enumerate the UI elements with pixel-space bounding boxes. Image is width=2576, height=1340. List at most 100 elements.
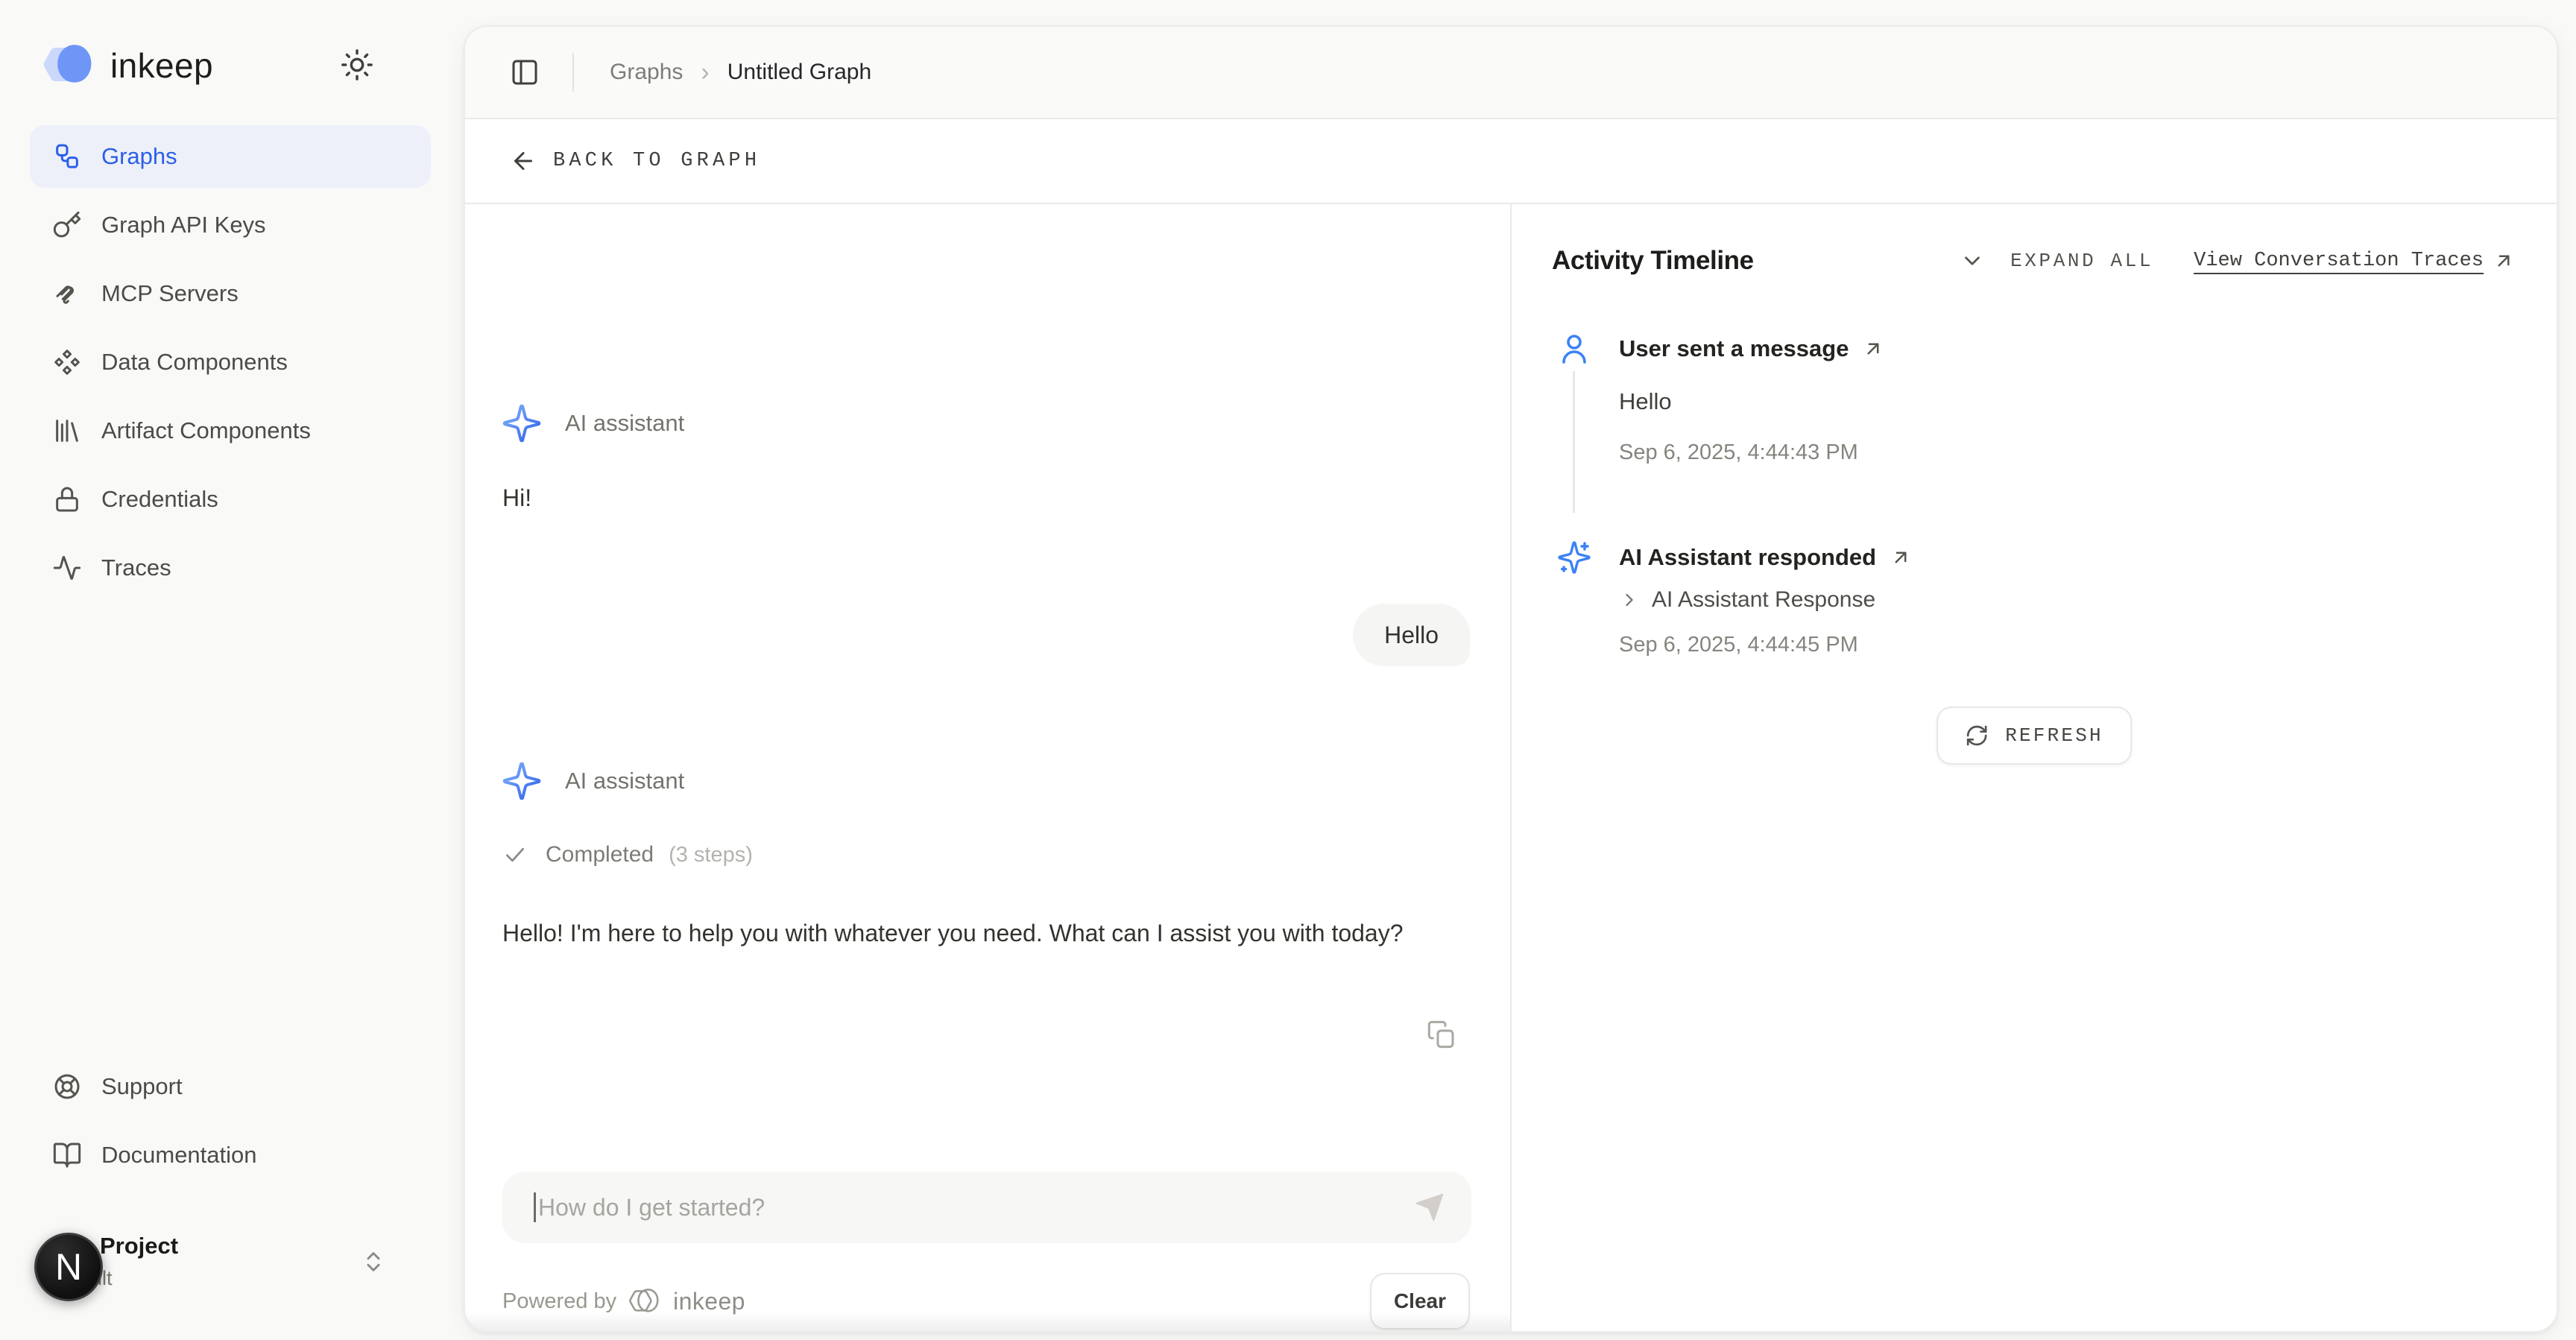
copy-icon[interactable] — [1427, 1020, 1456, 1049]
sidebar-item-artifact-components[interactable]: Artifact Components — [30, 399, 431, 462]
sidebar-item-documentation[interactable]: Documentation — [30, 1124, 431, 1186]
timeline-title: Activity Timeline — [1552, 246, 1754, 276]
breadcrumb-graphs[interactable]: Graphs — [610, 60, 683, 85]
assistant-message: Hi! — [502, 478, 531, 518]
refresh-button-label: REFRESH — [2005, 724, 2103, 747]
sidebar-item-label: Graphs — [101, 143, 177, 170]
status-completed-label: Completed — [546, 842, 654, 867]
chevron-down-icon[interactable] — [1960, 248, 1985, 274]
timeline-connector — [1573, 371, 1575, 513]
arrow-up-right-icon — [2493, 250, 2515, 272]
logo-row: inkeep — [42, 39, 422, 92]
sidebar-item-graph-api-keys[interactable]: Graph API Keys — [30, 194, 431, 256]
chat-input-container — [502, 1172, 1471, 1243]
back-bar: BACK TO GRAPH — [465, 119, 2557, 204]
expand-all-button[interactable]: EXPAND ALL — [2010, 250, 2153, 272]
sparkles-icon — [501, 402, 543, 444]
card-header: Graphs › Untitled Graph — [465, 27, 2557, 119]
refresh-button[interactable]: REFRESH — [1936, 707, 2132, 765]
lock-icon — [52, 484, 82, 514]
sidebar-item-graphs[interactable]: Graphs — [30, 125, 431, 188]
powered-by-brand: inkeep — [673, 1288, 745, 1315]
activity-timeline-panel: Activity Timeline EXPAND ALL View Conver… — [1512, 204, 2557, 1333]
inkeep-logo[interactable]: inkeep — [42, 41, 213, 90]
sidebar-item-label: Support — [101, 1073, 183, 1100]
check-icon — [502, 842, 528, 867]
chevron-right-icon — [1619, 590, 1640, 610]
sparkles-icon — [1556, 540, 1592, 575]
refresh-icon — [1965, 724, 1989, 748]
timeline-event-title: AI Assistant responded — [1619, 544, 1876, 571]
chevrons-up-down-icon — [361, 1249, 386, 1274]
user-icon — [1556, 331, 1592, 367]
timeline-event-title-row[interactable]: AI Assistant responded — [1619, 540, 2515, 575]
logo-wordmark: inkeep — [110, 45, 213, 86]
app-root: inkeep Graphs — [0, 0, 2576, 1340]
user-message-bubble: Hello — [1353, 604, 1470, 666]
view-conversation-traces-link[interactable]: View Conversation Traces — [2194, 250, 2515, 272]
timeline-event-title: User sent a message — [1619, 335, 1849, 362]
sidebar-item-traces[interactable]: Traces — [30, 537, 431, 599]
sidebar-item-support[interactable]: Support — [30, 1055, 431, 1118]
sidebar-item-label: Credentials — [101, 486, 218, 513]
assistant-message-header: AI assistant — [501, 402, 684, 444]
sparkles-icon — [501, 760, 543, 802]
clear-button[interactable]: Clear — [1370, 1273, 1470, 1330]
assistant-response-expander[interactable]: AI Assistant Response — [1619, 587, 2515, 613]
arrow-up-right-icon — [1890, 546, 1912, 569]
sidebar-footer: Support Documentation — [30, 1055, 431, 1192]
send-icon[interactable] — [1413, 1191, 1446, 1224]
timeline-controls: EXPAND ALL View Conversation Traces — [1960, 248, 2515, 274]
project-name: Project — [100, 1233, 178, 1260]
theme-toggle-sun-icon[interactable] — [340, 48, 374, 82]
timeline-header: Activity Timeline EXPAND ALL View Conver… — [1552, 246, 2515, 276]
breadcrumb-separator: › — [701, 58, 709, 87]
sidebar-nav: Graphs Graph API Keys MCP Servers — [30, 125, 431, 605]
powered-by-row[interactable]: Powered by inkeep — [502, 1282, 745, 1321]
card-content: AI assistant Hi! Hello — [465, 204, 2557, 1333]
chat-message-input[interactable] — [502, 1172, 1471, 1243]
nextjs-dev-badge-letter: N — [55, 1245, 82, 1289]
sidebar-item-data-components[interactable]: Data Components — [30, 331, 431, 394]
key-icon — [52, 210, 82, 240]
timeline-event-timestamp: Sep 6, 2025, 4:44:45 PM — [1619, 629, 2515, 660]
clear-button-label: Clear — [1394, 1289, 1446, 1313]
inkeep-logo-mark-icon — [42, 41, 97, 90]
sidebar: inkeep Graphs — [0, 0, 464, 1340]
timeline-event-assistant-response: AI Assistant responded — [1556, 540, 2515, 660]
sidebar-item-label: Traces — [101, 554, 171, 581]
assistant-message-header: AI assistant — [501, 760, 684, 802]
sidebar-item-label: Documentation — [101, 1142, 257, 1169]
arrow-up-right-icon — [1862, 338, 1884, 360]
nextjs-dev-badge[interactable]: N — [34, 1233, 103, 1301]
sidebar-item-credentials[interactable]: Credentials — [30, 468, 431, 531]
life-buoy-icon — [52, 1072, 82, 1102]
back-to-graph-button[interactable]: BACK TO GRAPH — [510, 148, 760, 174]
assistant-status-row: Completed (3 steps) — [502, 842, 753, 867]
timeline-event-user-message: User sent a message Hello Sep 6, 2025, 4… — [1556, 331, 2515, 468]
workflow-icon — [52, 142, 82, 171]
timeline-event-timestamp: Sep 6, 2025, 4:44:43 PM — [1619, 437, 2515, 468]
component-icon — [52, 347, 82, 377]
assistant-message: Hello! I'm here to help you with whateve… — [502, 914, 1474, 953]
breadcrumb-current-page: Untitled Graph — [727, 60, 871, 85]
powered-by-label: Powered by — [502, 1289, 616, 1314]
panel-left-toggle-icon[interactable] — [510, 57, 540, 87]
view-traces-label: View Conversation Traces — [2194, 250, 2484, 272]
mcp-icon — [52, 279, 82, 309]
timeline-event-title-row[interactable]: User sent a message — [1619, 331, 2515, 367]
timeline-event-body: Hello — [1619, 385, 2515, 419]
assistant-name-label: AI assistant — [565, 768, 684, 794]
sidebar-item-label: MCP Servers — [101, 280, 239, 307]
arrow-left-icon — [510, 148, 537, 174]
header-divider — [572, 53, 574, 92]
sidebar-item-label: Artifact Components — [101, 417, 311, 444]
status-steps-label: (3 steps) — [669, 843, 753, 867]
chat-panel: AI assistant Hi! Hello — [465, 204, 1512, 1333]
back-to-graph-label: BACK TO GRAPH — [553, 150, 760, 172]
sidebar-item-label: Data Components — [101, 349, 288, 376]
activity-icon — [52, 553, 82, 583]
inkeep-outline-logo-icon — [628, 1286, 661, 1316]
sidebar-item-mcp-servers[interactable]: MCP Servers — [30, 262, 431, 325]
sidebar-item-label: Graph API Keys — [101, 212, 266, 238]
